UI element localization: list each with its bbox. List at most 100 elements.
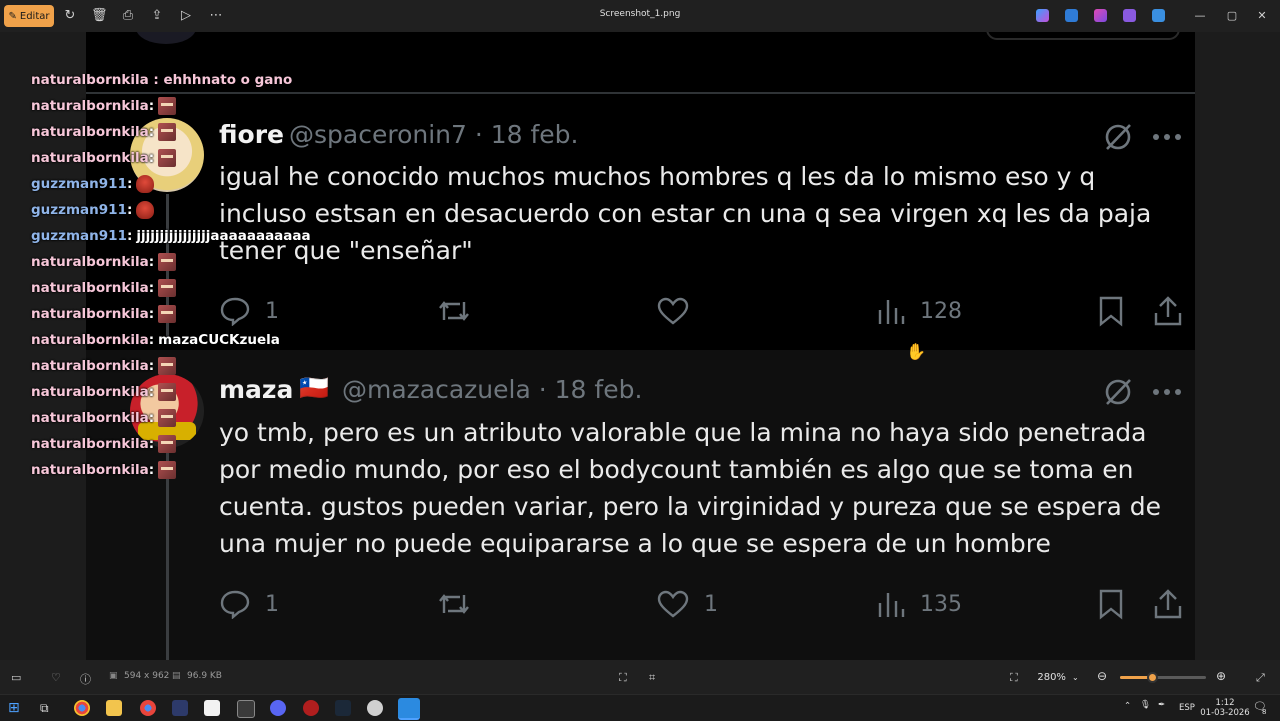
chat-separator: :	[126, 228, 133, 244]
designer-icon[interactable]	[1065, 9, 1078, 22]
pen-icon[interactable]: ✒	[1158, 700, 1165, 710]
chat-line: naturalbornkila :	[31, 252, 177, 272]
minimize-icon[interactable]: —	[1190, 6, 1210, 26]
zoom-dropdown[interactable]: 280% ⌄	[1030, 666, 1086, 688]
grok-icon[interactable]	[1102, 121, 1134, 153]
windows-start-icon[interactable]: ⊞	[8, 700, 24, 716]
chat-separator: :	[148, 410, 155, 426]
close-icon[interactable]: ✕	[1252, 6, 1272, 26]
app-icon-2[interactable]	[367, 700, 383, 716]
task-view-icon[interactable]: ⧉	[40, 700, 56, 716]
chat-username[interactable]: naturalbornkila	[31, 306, 149, 322]
chat-emote-icon	[158, 409, 177, 427]
chat-username[interactable]: naturalbornkila	[31, 98, 149, 114]
scan-text-icon[interactable]: ⌗	[649, 671, 655, 685]
obs-icon[interactable]	[237, 700, 255, 718]
chat-username[interactable]: naturalbornkila	[31, 124, 149, 140]
clock-time[interactable]: 1:12	[1200, 698, 1250, 708]
retweet-button[interactable]	[436, 589, 486, 619]
more-options-icon[interactable]	[1152, 132, 1182, 142]
zoom-out-icon[interactable]: ⊖	[1097, 669, 1107, 683]
slideshow-icon[interactable]: ▷	[178, 8, 194, 24]
chat-username[interactable]: naturalbornkila	[31, 280, 149, 296]
zoom-in-icon[interactable]: ⊕	[1216, 669, 1226, 683]
like-button[interactable]: 1	[656, 589, 718, 619]
chat-username[interactable]: guzzman911	[31, 176, 127, 192]
chat-username[interactable]: naturalbornkila	[31, 254, 149, 270]
like-button[interactable]	[656, 296, 704, 326]
handle[interactable]: @mazacazuela · 18 feb.	[342, 375, 642, 404]
print-icon[interactable]: ⎙	[120, 8, 136, 24]
microphone-icon[interactable]: 🎙	[1140, 700, 1151, 710]
favorite-icon[interactable]: ♡	[51, 671, 61, 684]
share-post-icon[interactable]	[1152, 588, 1184, 620]
handle[interactable]: @spaceronin7 · 18 feb.	[289, 120, 579, 149]
discord-icon[interactable]	[270, 700, 286, 716]
reply-button[interactable]: 1	[219, 296, 279, 326]
maximize-icon[interactable]: ▢	[1222, 6, 1242, 26]
bookmark-icon[interactable]	[1096, 588, 1126, 620]
app-icon[interactable]	[172, 700, 188, 716]
more-icon[interactable]: ⋯	[208, 8, 224, 24]
reply-button[interactable]: 1	[219, 589, 279, 619]
edit-button[interactable]: ✎ Editar	[4, 5, 54, 27]
display-name[interactable]: fiore	[219, 120, 284, 149]
chat-username[interactable]: naturalbornkila	[31, 332, 149, 348]
chrome-profile-icon[interactable]	[140, 700, 156, 716]
chat-line: naturalbornkila :	[31, 304, 177, 324]
fit-screen-icon[interactable]: ⛶	[1010, 671, 1018, 685]
clock-date[interactable]: 01-03-2026	[1200, 708, 1250, 718]
chat-username[interactable]: naturalbornkila	[31, 384, 149, 400]
chat-separator: :	[148, 462, 155, 478]
chrome-icon[interactable]	[74, 700, 90, 716]
chat-emote-icon	[158, 253, 177, 271]
fullscreen-icon[interactable]: ⤢	[1256, 671, 1265, 685]
chat-emote-icon	[136, 201, 155, 219]
chat-username[interactable]: naturalbornkila	[31, 462, 149, 478]
info-icon[interactable]: ⓘ	[80, 671, 91, 687]
share-post-icon[interactable]	[1152, 295, 1184, 327]
more-options-icon[interactable]	[1152, 387, 1182, 397]
rotate-icon[interactable]: ↻	[62, 8, 78, 24]
grok-icon[interactable]	[1102, 376, 1134, 408]
steam-icon[interactable]	[335, 700, 351, 716]
chat-line: naturalbornkila :	[31, 278, 177, 298]
crop-icon[interactable]: ⛶	[619, 671, 627, 685]
photos-app-icon[interactable]	[398, 698, 420, 720]
view-count: 128	[920, 298, 962, 324]
chat-username[interactable]: naturalbornkila	[31, 436, 149, 452]
views-button[interactable]: 128	[876, 296, 962, 326]
chat-username[interactable]: naturalbornkila	[31, 150, 149, 166]
share-icon[interactable]: ⇪	[149, 8, 165, 24]
chat-username[interactable]: guzzman911	[31, 228, 127, 244]
chat-emote-icon	[158, 383, 177, 401]
display-name[interactable]: maza	[219, 375, 293, 404]
chat-emote-icon	[158, 435, 177, 453]
zoom-slider[interactable]	[1120, 672, 1206, 683]
photos-ai-icon[interactable]	[1123, 9, 1136, 22]
zoom-value: 280%	[1037, 671, 1066, 683]
chat-separator: :	[126, 202, 133, 218]
recorder-icon[interactable]	[303, 700, 319, 716]
bookmark-icon[interactable]	[1096, 295, 1126, 327]
file-explorer-icon[interactable]	[106, 700, 122, 716]
filmstrip-icon[interactable]: ▭	[11, 671, 21, 684]
file-size: 96.9 KB	[187, 671, 222, 681]
epic-games-icon[interactable]	[204, 700, 220, 716]
view-count: 135	[920, 591, 962, 617]
onedrive-icon[interactable]	[1152, 9, 1165, 22]
chat-line: naturalbornkila :	[31, 122, 177, 142]
views-button[interactable]: 135	[876, 589, 962, 619]
language-indicator[interactable]: ESP	[1179, 703, 1195, 713]
chat-username[interactable]: guzzman911	[31, 202, 127, 218]
chat-separator: :	[148, 384, 155, 400]
copilot-icon[interactable]	[1036, 9, 1049, 22]
chat-username[interactable]: naturalbornkila	[31, 410, 149, 426]
chat-username[interactable]: naturalbornkila	[31, 358, 149, 374]
delete-icon[interactable]: 🗑	[91, 8, 108, 24]
clipchamp-icon[interactable]	[1094, 9, 1107, 22]
reply-count: 1	[265, 298, 279, 324]
retweet-button[interactable]	[436, 296, 486, 326]
zoom-slider-thumb[interactable]	[1146, 672, 1158, 683]
tray-chevron-icon[interactable]: ⌃	[1124, 701, 1131, 711]
